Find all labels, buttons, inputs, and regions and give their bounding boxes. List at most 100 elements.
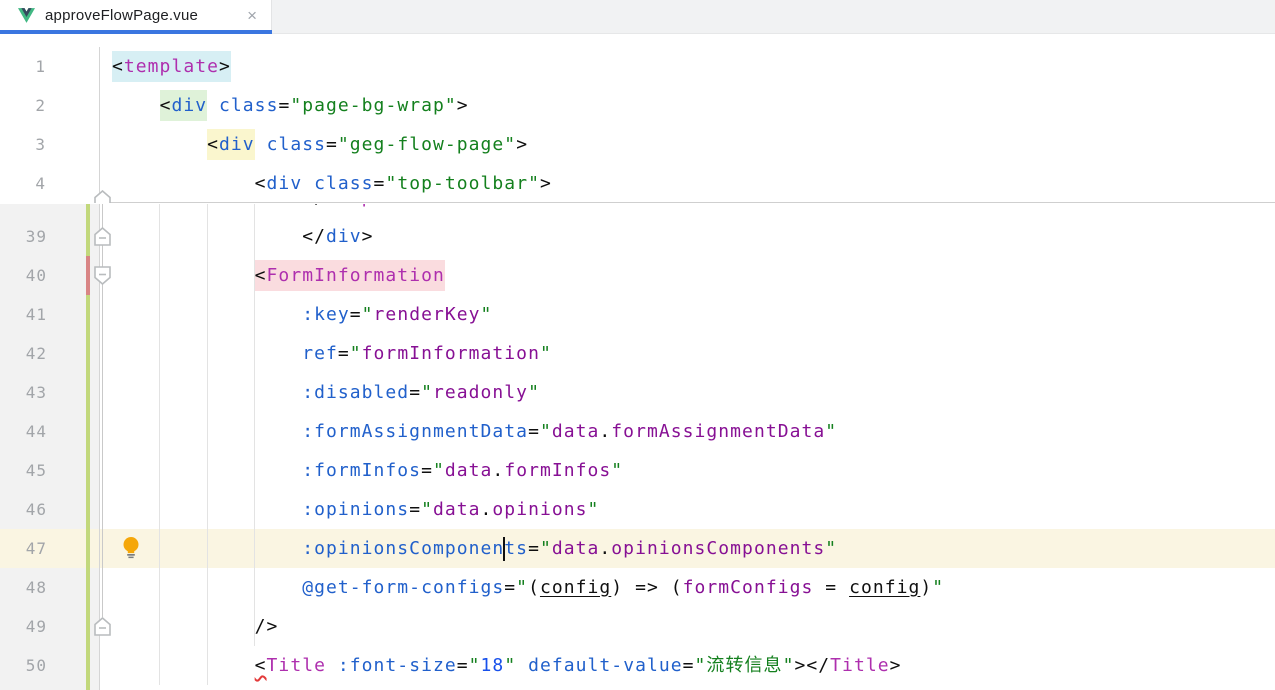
code-token: " xyxy=(540,538,552,559)
code-line[interactable]: 48 @get-form-configs="(config) => (formC… xyxy=(0,568,1275,607)
code-line[interactable]: 45 :formInfos="data.formInfos" xyxy=(0,451,1275,490)
indent-guide xyxy=(207,204,208,685)
code-token: = xyxy=(338,343,350,364)
code-token: < xyxy=(160,90,172,121)
code-token: formInformation xyxy=(362,343,540,364)
code-token xyxy=(326,655,338,676)
code-token: " xyxy=(421,499,433,520)
code-token xyxy=(112,173,255,194)
code-token: ) xyxy=(920,577,932,598)
fold-start-icon[interactable] xyxy=(94,266,111,285)
line-number: 46 xyxy=(0,490,100,529)
code-token: </ xyxy=(302,226,326,247)
code-token: = xyxy=(683,655,695,676)
code-token: = xyxy=(278,95,290,116)
code-token: " xyxy=(433,460,445,481)
code-line-text: <div class="geg-flow-page"> xyxy=(100,125,1275,164)
code-token: > xyxy=(516,134,528,155)
code-token xyxy=(112,265,255,286)
code-token: div xyxy=(219,129,255,160)
code-token: < xyxy=(112,51,124,82)
code-token: renderKey xyxy=(374,304,481,325)
code-token: a-space xyxy=(326,204,409,208)
code-token: </ xyxy=(302,204,326,208)
fold-end-icon-clipped[interactable] xyxy=(94,190,111,203)
code-token: = xyxy=(421,460,433,481)
code-token: :formAssignmentData xyxy=(302,421,528,442)
code-line-text: /> xyxy=(100,607,1275,646)
fold-end-icon[interactable] xyxy=(94,617,111,636)
code-token: ) xyxy=(611,577,623,598)
code-line-text: <div class="top-toolbar"> xyxy=(100,164,1275,203)
code-token: div xyxy=(171,90,207,121)
code-line-text: </a-space> xyxy=(100,204,1275,217)
code-token: readonly xyxy=(433,382,528,403)
code-token: FormInformation xyxy=(267,260,445,291)
line-number: 1 xyxy=(0,47,100,86)
tab-file-name: approveFlowPage.vue xyxy=(45,7,198,24)
code-token: config xyxy=(540,577,611,598)
line-number: 49 xyxy=(0,607,100,646)
code-token: " xyxy=(469,655,481,676)
code-token: " xyxy=(528,382,540,403)
code-line[interactable]: 50 <Title :font-size="18" default-value=… xyxy=(0,646,1275,685)
code-line[interactable]: 44 :formAssignmentData="data.formAssignm… xyxy=(0,412,1275,451)
line-number: 4 xyxy=(0,164,100,203)
code-token: " xyxy=(362,304,374,325)
code-token: ( xyxy=(528,577,540,598)
line-number xyxy=(0,204,100,217)
code-line[interactable]: 2 <div class="page-bg-wrap"> xyxy=(0,86,1275,125)
code-line[interactable]: 49 /> xyxy=(0,607,1275,646)
code-token: = xyxy=(528,538,540,559)
code-line-text: <FormInformation xyxy=(100,256,1275,295)
code-token: < xyxy=(255,260,267,291)
code-line[interactable]: 40 <FormInformation xyxy=(0,256,1275,295)
tab-approveflowpage[interactable]: approveFlowPage.vue × xyxy=(0,0,272,34)
code-line-text: :key="renderKey" xyxy=(100,295,1275,334)
code-line[interactable]: 39 </div> xyxy=(0,217,1275,256)
line-number: 50 xyxy=(0,646,100,685)
lightbulb-intention-icon[interactable] xyxy=(121,536,141,559)
line-number: 43 xyxy=(0,373,100,412)
code-token: " xyxy=(540,421,552,442)
code-line-text: ref="formInformation" xyxy=(100,334,1275,373)
code-token: class xyxy=(314,173,373,194)
code-token: . xyxy=(492,460,504,481)
code-line[interactable]: 4 <div class="top-toolbar"> xyxy=(0,164,1275,203)
code-line-text: <template> xyxy=(100,47,1275,86)
code-token: < xyxy=(255,173,267,194)
code-token xyxy=(112,655,255,676)
change-strip-deleted xyxy=(86,256,90,295)
code-line-text: @get-form-configs="(config) => (formConf… xyxy=(100,568,1275,607)
code-line[interactable]: 41 :key="renderKey" xyxy=(0,295,1275,334)
code-line[interactable]: 42 ref="formInformation" xyxy=(0,334,1275,373)
code-token xyxy=(302,173,314,194)
code-token: :opinions xyxy=(302,499,409,520)
code-line-partial[interactable]: </a-space> xyxy=(0,204,1275,217)
code-token: => xyxy=(635,577,659,598)
line-number: 39 xyxy=(0,217,100,256)
code-line[interactable]: 3 <div class="geg-flow-page"> xyxy=(0,125,1275,164)
code-token: " xyxy=(932,577,944,598)
code-line[interactable]: 47 :opinionsComponents="data.opinionsCom… xyxy=(0,529,1275,568)
fold-end-icon[interactable] xyxy=(94,227,111,246)
ide-editor-window: approveFlowPage.vue × </a-space>39 </div… xyxy=(0,0,1275,690)
code-token: data xyxy=(445,460,493,481)
code-token: "geg-flow-page" xyxy=(338,134,516,155)
line-number: 44 xyxy=(0,412,100,451)
code-token: template xyxy=(124,51,219,82)
code-line[interactable]: 1<template> xyxy=(0,47,1275,86)
code-token: " xyxy=(611,460,623,481)
code-token: @get-form-configs xyxy=(302,577,504,598)
code-line[interactable]: 43 :disabled="readonly" xyxy=(0,373,1275,412)
code-token: > xyxy=(890,655,902,676)
code-token: " xyxy=(421,382,433,403)
code-line-text: <div class="page-bg-wrap"> xyxy=(100,86,1275,125)
code-line[interactable]: 46 :opinions="data.opinions" xyxy=(0,490,1275,529)
code-token: "top-toolbar" xyxy=(385,173,540,194)
close-icon[interactable]: × xyxy=(247,7,257,24)
code-token: class xyxy=(219,95,278,116)
code-area[interactable]: </a-space>39 </div>40 <FormInformation41… xyxy=(0,204,1275,685)
code-token: default-value xyxy=(528,655,683,676)
code-token: " xyxy=(588,499,600,520)
